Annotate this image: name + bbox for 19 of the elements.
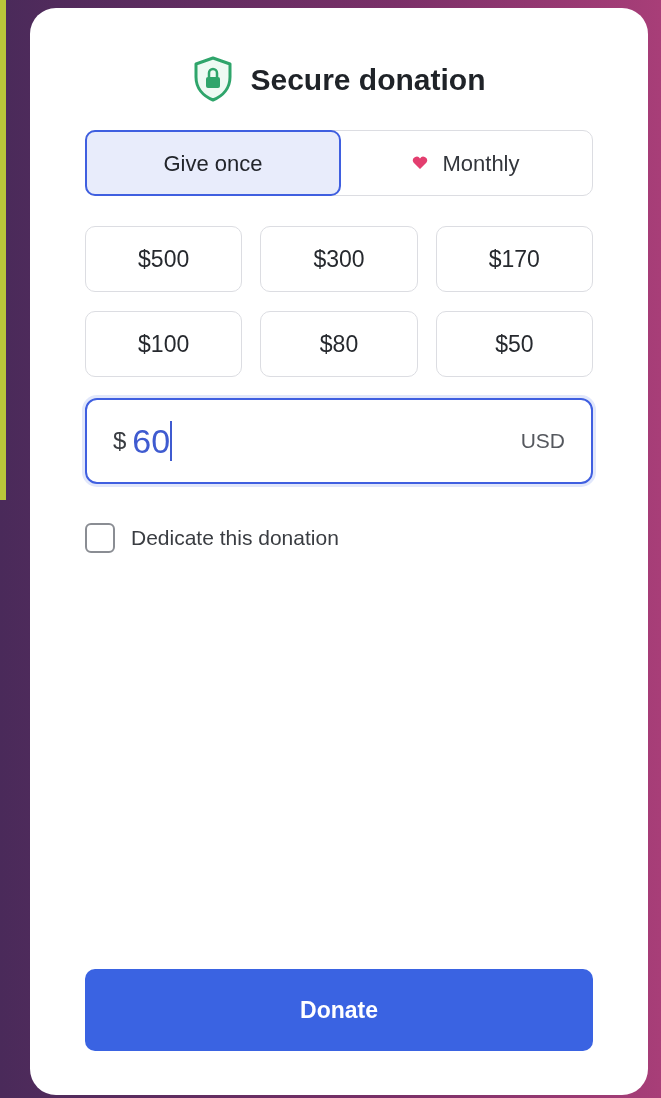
shield-lock-icon: [192, 55, 235, 103]
frequency-tab[interactable]: Monthly: [340, 131, 592, 195]
donate-button[interactable]: Donate: [85, 969, 593, 1051]
amount-option[interactable]: $170: [435, 226, 593, 292]
dedicate-checkbox[interactable]: [85, 522, 115, 553]
amount-field[interactable]: $ 60 USD: [85, 398, 593, 484]
currency-code: USD: [520, 428, 565, 455]
frequency-tab[interactable]: Give once: [85, 130, 341, 196]
amount-option[interactable]: $300: [260, 226, 418, 292]
card-title: Secure donation: [250, 61, 486, 98]
amount-option[interactable]: $80: [260, 311, 418, 377]
dedicate-label: Dedicate this donation: [131, 525, 339, 551]
amount-value: 60: [132, 420, 171, 462]
currency-symbol: $: [113, 426, 127, 456]
amount-option[interactable]: $100: [85, 311, 243, 377]
amount-option[interactable]: $500: [85, 226, 243, 292]
text-cursor: [170, 421, 173, 461]
amount-option[interactable]: $50: [435, 311, 593, 377]
heart-icon: [412, 156, 429, 170]
